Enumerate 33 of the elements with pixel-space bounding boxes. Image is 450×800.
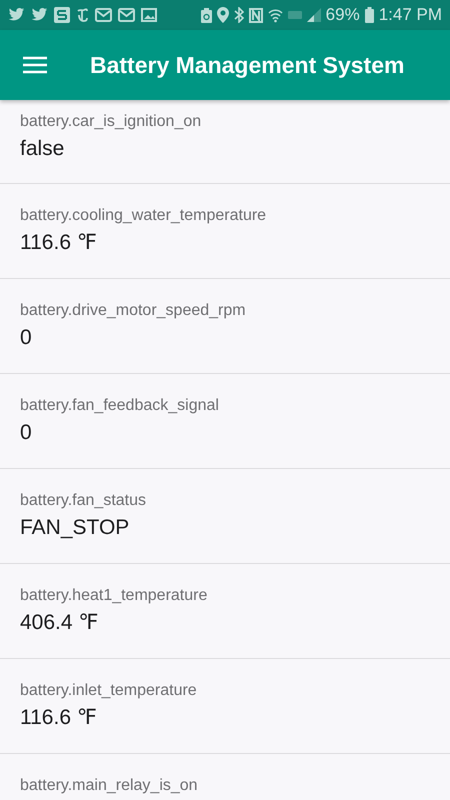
mail-icon [95, 8, 112, 22]
property-name: battery.cooling_water_temperature [20, 206, 268, 226]
bluetooth-icon [234, 7, 244, 23]
battery-percent: 69% [326, 5, 360, 25]
image-icon [141, 8, 157, 22]
property-value: false [20, 136, 66, 162]
nfc-icon [248, 8, 263, 22]
bird-icon [31, 8, 48, 22]
bird-icon [8, 8, 25, 22]
property-name: battery.main_relay_is_on [20, 776, 199, 796]
property-value: FAN_STOP [20, 515, 130, 541]
signal-icon [306, 8, 321, 22]
property-value: 116.6 ℉ [20, 230, 98, 256]
property-value: 0 [20, 325, 33, 351]
property-name: battery.fan_status [20, 491, 147, 511]
wifi-icon [268, 8, 283, 22]
battery-recycle-icon [200, 8, 212, 22]
property-name: battery.drive_motor_speed_rpm [20, 301, 247, 321]
mail-icon [118, 8, 135, 22]
property-name: battery.car_is_ignition_on [20, 112, 202, 132]
property-value: 406.4 ℉ [20, 610, 100, 636]
menu-icon[interactable] [23, 56, 47, 74]
property-value: 116.6 ℉ [20, 705, 98, 731]
battery-icon [364, 7, 374, 23]
property-name: battery.fan_feedback_signal [20, 396, 220, 416]
square-logo-icon [54, 7, 70, 23]
location-pin-icon [216, 7, 229, 23]
property-value: 0 [20, 420, 33, 446]
property-name: battery.heat1_temperature [20, 586, 208, 606]
clock: 1:47 PM [378, 5, 442, 25]
property-name: battery.inlet_temperature [20, 681, 198, 701]
gothic-letter-icon [76, 8, 89, 22]
app-title: Battery Management System [90, 52, 404, 78]
